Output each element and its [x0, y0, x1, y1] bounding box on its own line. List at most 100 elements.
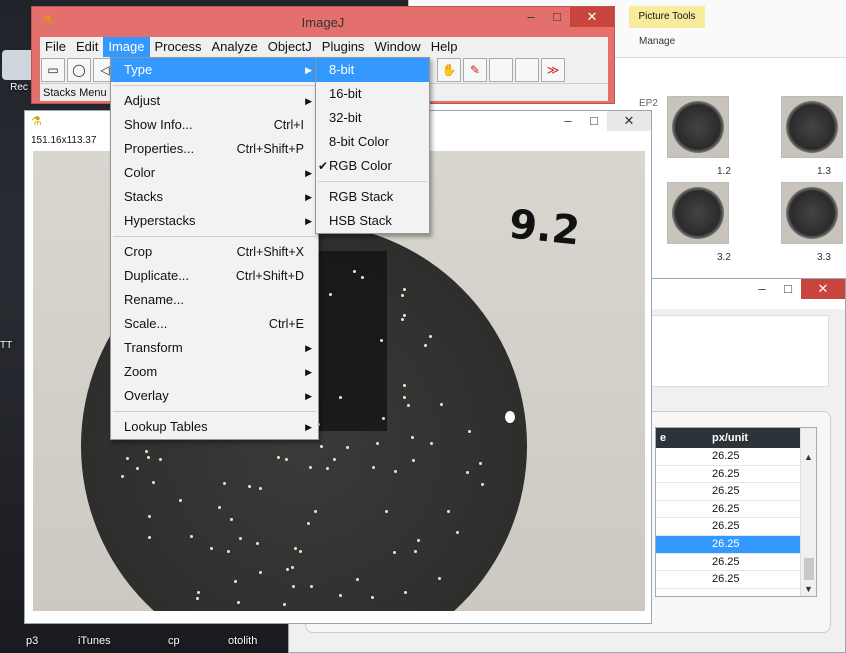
taskbar-item[interactable]: otolith	[228, 635, 257, 647]
table-cell: 26.25	[712, 450, 740, 462]
menu-file[interactable]: File	[40, 37, 71, 57]
imagej-microscope-icon: ⚗	[31, 114, 42, 128]
menu-help[interactable]: Help	[426, 37, 463, 57]
vertical-scrollbar[interactable]: ▲ ▼	[800, 428, 816, 596]
menu-item-32-bit[interactable]: 32-bit	[316, 106, 429, 130]
menu-item-rgb-color[interactable]: ✔ RGB Color	[316, 154, 429, 178]
menu-item-16-bit[interactable]: 16-bit	[316, 82, 429, 106]
desktop-icon[interactable]: TT	[0, 340, 12, 351]
menu-item-crop[interactable]: Crop Ctrl+Shift+X	[111, 240, 318, 264]
scrollbar-thumb[interactable]	[804, 558, 814, 580]
close-button[interactable]: ✕	[570, 7, 614, 27]
empty-tool-slot[interactable]	[489, 58, 513, 82]
menu-item-label: Scale...	[124, 316, 168, 331]
taskbar-item[interactable]: p3	[26, 635, 38, 647]
table-cell	[656, 483, 708, 500]
menu-item-lookup-tables[interactable]: Lookup Tables ▶	[111, 415, 318, 439]
thumbnail[interactable]	[781, 182, 843, 244]
menu-edit[interactable]: Edit	[71, 37, 103, 57]
dropper-tool-icon[interactable]: ✎	[463, 58, 487, 82]
taskbar-item[interactable]: cp	[168, 635, 180, 647]
menu-shortcut: Ctrl+Shift+P	[236, 142, 304, 156]
menu-image[interactable]: Image	[103, 37, 150, 57]
menu-item-overlay[interactable]: Overlay ▶	[111, 384, 318, 408]
menu-item-show-info[interactable]: Show Info... Ctrl+I	[111, 113, 318, 137]
menu-item-hsb-stack[interactable]: HSB Stack	[316, 209, 429, 233]
menu-item-type[interactable]: Type ▶	[111, 58, 318, 82]
menu-item-rgb-stack[interactable]: RGB Stack	[316, 185, 429, 209]
checkmark-icon: ✔	[318, 159, 329, 173]
particle	[195, 597, 199, 601]
table-row[interactable]: 26.25	[656, 554, 816, 572]
table-row[interactable]: 26.25	[656, 571, 816, 589]
menu-item-label: 8-bit Color	[329, 134, 389, 149]
particle	[276, 455, 280, 459]
menu-analyze[interactable]: Analyze	[206, 37, 262, 57]
maximize-button[interactable]: □	[581, 111, 607, 131]
menu-item-label: Overlay	[124, 388, 169, 403]
table-row[interactable]: 26.25	[656, 535, 816, 554]
menu-plugins[interactable]: Plugins	[317, 37, 370, 57]
table-row[interactable]: 26.25	[656, 448, 816, 466]
thumbnail[interactable]	[667, 96, 729, 158]
menu-window[interactable]: Window	[369, 37, 425, 57]
maximize-button[interactable]: □	[775, 279, 801, 299]
particle	[393, 469, 397, 473]
desktop-icon-label: TT	[0, 340, 13, 351]
menu-item-label: 8-bit	[329, 62, 355, 77]
minimize-button[interactable]: –	[555, 111, 581, 131]
menu-process[interactable]: Process	[150, 37, 207, 57]
menu-item-adjust[interactable]: Adjust ▶	[111, 89, 318, 113]
particle	[360, 275, 364, 279]
thumbnail-label: 1.3	[817, 166, 831, 177]
taskbar-item[interactable]: iTunes	[78, 635, 111, 647]
column-header[interactable]: e	[656, 428, 708, 448]
menu-item-zoom[interactable]: Zoom ▶	[111, 360, 318, 384]
table-cell: 26.25	[712, 573, 740, 586]
hand-tool-icon[interactable]: ✋	[437, 58, 461, 82]
menu-item-rename[interactable]: Rename...	[111, 288, 318, 312]
menu-item-properties[interactable]: Properties... Ctrl+Shift+P	[111, 137, 318, 161]
table-row[interactable]: 26.25	[656, 466, 816, 484]
table-row[interactable]: 26.25	[656, 518, 816, 536]
menu-item-transform[interactable]: Transform ▶	[111, 336, 318, 360]
particle	[217, 505, 221, 509]
scroll-down-icon[interactable]: ▼	[804, 584, 813, 594]
submenu-arrow-icon: ▶	[305, 96, 312, 106]
petri-dish-image	[672, 101, 724, 153]
picture-tools-tab[interactable]: Picture Tools	[629, 6, 705, 28]
table-cell	[656, 501, 708, 518]
table-row[interactable]: 26.25	[656, 483, 816, 501]
menu-item-scale[interactable]: Scale... Ctrl+E	[111, 312, 318, 336]
menu-item-hyperstacks[interactable]: Hyperstacks ▶	[111, 209, 318, 233]
menu-item-8-bit[interactable]: 8-bit	[316, 58, 429, 82]
menu-item-8-bit-color[interactable]: 8-bit Color	[316, 130, 429, 154]
close-button[interactable]: ✕	[607, 111, 651, 131]
particle	[151, 480, 155, 484]
results-table[interactable]: e px/unit 26.25 26.25 26.25 26.25 26.25 26.25…	[655, 427, 817, 597]
table-row[interactable]: 26.25	[656, 501, 816, 519]
menu-item-stacks[interactable]: Stacks ▶	[111, 185, 318, 209]
menu-item-duplicate[interactable]: Duplicate... Ctrl+Shift+D	[111, 264, 318, 288]
menu-objectj[interactable]: ObjectJ	[263, 37, 317, 57]
minimize-button[interactable]: –	[749, 279, 775, 299]
menu-separator	[318, 181, 427, 182]
manage-tab[interactable]: Manage	[639, 36, 675, 47]
imagej-titlebar[interactable]: ⚗ ImageJ – □ ✕	[32, 7, 614, 37]
thumbnail[interactable]	[667, 182, 729, 244]
menu-separator	[113, 236, 316, 237]
scroll-up-icon[interactable]: ▲	[804, 452, 813, 462]
column-header[interactable]: px/unit	[708, 428, 788, 448]
more-tools-icon[interactable]: ≫	[541, 58, 565, 82]
maximize-button[interactable]: □	[544, 7, 570, 27]
empty-tool-slot[interactable]	[515, 58, 539, 82]
particle	[402, 287, 406, 291]
close-button[interactable]: ✕	[801, 279, 845, 299]
thumbnail-label: 1.2	[717, 166, 731, 177]
table-cell	[656, 518, 708, 535]
minimize-button[interactable]: –	[518, 7, 544, 27]
oval-tool-icon[interactable]: ◯	[67, 58, 91, 82]
menu-item-color[interactable]: Color ▶	[111, 161, 318, 185]
thumbnail[interactable]	[781, 96, 843, 158]
rectangle-tool-icon[interactable]: ▭	[41, 58, 65, 82]
